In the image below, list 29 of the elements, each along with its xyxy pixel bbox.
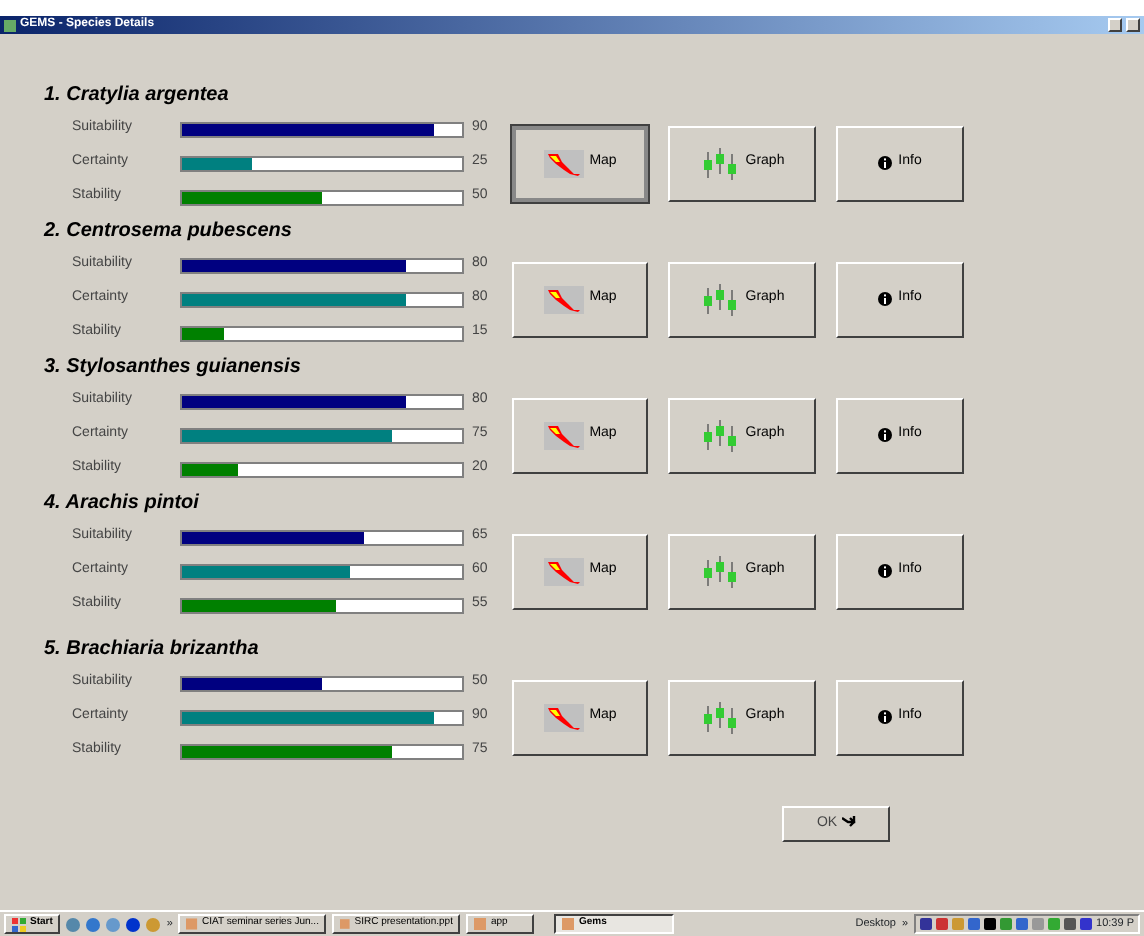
- info-icon: [878, 292, 893, 306]
- info-icon: [878, 710, 893, 724]
- species-title: 5. Brachiaria brizantha: [44, 636, 261, 664]
- map-icon: [543, 557, 584, 585]
- info-icon: [878, 564, 893, 578]
- species-title: 2. Centrosema pubescens: [44, 218, 294, 246]
- map-icon: [543, 421, 584, 449]
- map-icon: [543, 703, 584, 731]
- species-title: 1. Cratylia argentea: [44, 82, 231, 110]
- window-icon: [186, 918, 199, 930]
- window-icon: [474, 918, 487, 930]
- candlestick-icon: [699, 419, 740, 451]
- window-icon: [340, 918, 351, 930]
- minimize-button[interactable]: [1108, 18, 1122, 32]
- map-icon: [543, 285, 584, 313]
- restore-button[interactable]: [1126, 18, 1140, 32]
- species-title: 4. Arachis pintoi: [44, 490, 201, 518]
- map-icon: [543, 149, 584, 177]
- species-title: 3. Stylosanthes guianensis: [44, 354, 303, 382]
- info-icon: [878, 156, 893, 170]
- candlestick-icon: [699, 701, 740, 733]
- candlestick-icon: [699, 283, 740, 315]
- info-icon: [878, 428, 893, 442]
- window-icon: [562, 918, 575, 930]
- windows-logo-icon: [12, 917, 26, 931]
- candlestick-icon: [699, 147, 740, 179]
- app-icon: [4, 19, 16, 31]
- enter-icon: [841, 815, 856, 828]
- candlestick-icon: [699, 555, 740, 587]
